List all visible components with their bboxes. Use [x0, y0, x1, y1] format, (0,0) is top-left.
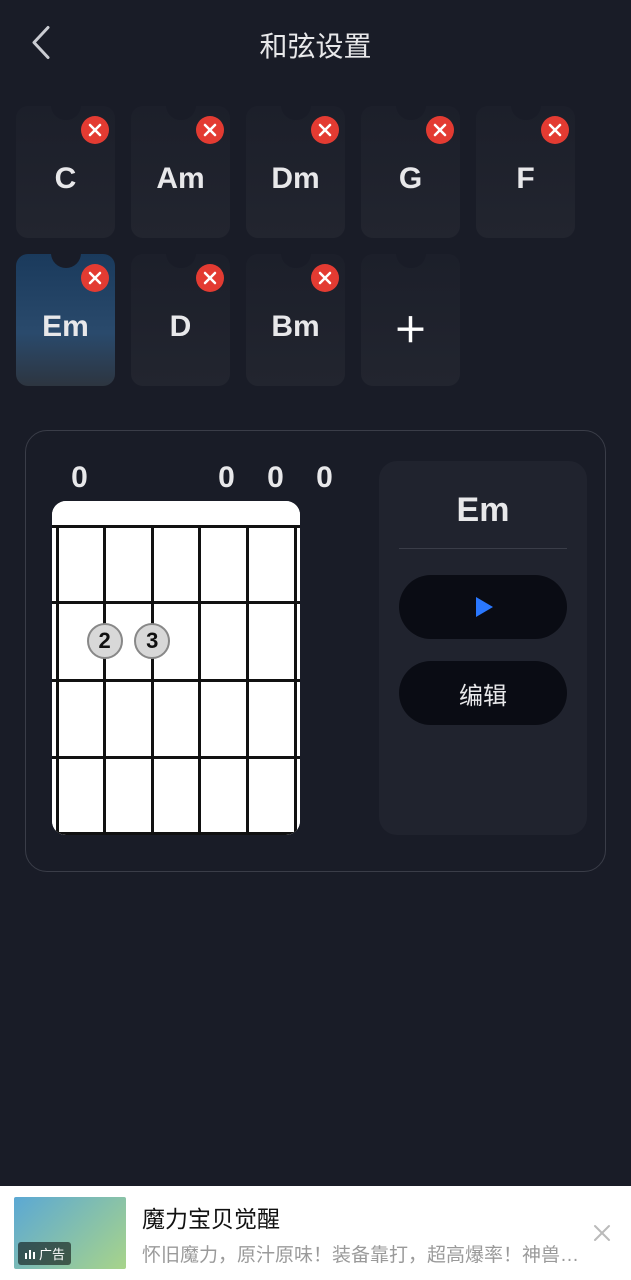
chord-label: G [399, 162, 422, 196]
finger-dot: 2 [87, 623, 123, 659]
fretboard-wrap: 0000 23 [52, 461, 349, 835]
chord-tile-em[interactable]: Em [16, 254, 115, 386]
chord-tile-g[interactable]: G [361, 106, 460, 238]
chord-label: Em [42, 310, 89, 344]
ad-close-button[interactable] [587, 1218, 617, 1248]
chord-grid: C Am Dm G F Em D Bm ＋ [0, 90, 631, 402]
edit-button-label: 编辑 [459, 676, 507, 711]
open-string-marker [104, 461, 153, 495]
fret-line [52, 679, 300, 682]
fret-line [52, 525, 300, 528]
tile-notch [51, 253, 81, 268]
delete-chord-button[interactable] [311, 116, 339, 144]
chord-tile-dm[interactable]: Dm [246, 106, 345, 238]
back-button[interactable] [28, 24, 52, 67]
chord-label: F [516, 162, 534, 196]
fret-line [52, 832, 300, 835]
ad-text: 魔力宝贝觉醒 怀旧魔力，原汁原味！装备靠打，超高爆率！神兽… [142, 1200, 587, 1267]
fret-line [52, 601, 300, 604]
ad-banner[interactable]: 广告 魔力宝贝觉醒 怀旧魔力，原汁原味！装备靠打，超高爆率！神兽… [0, 1186, 631, 1280]
finger-dot: 3 [134, 623, 170, 659]
delete-chord-button[interactable] [196, 116, 224, 144]
open-string-row: 0000 [52, 461, 349, 495]
nut [52, 501, 300, 525]
tile-notch [511, 105, 541, 120]
header: 和弦设置 [0, 0, 631, 90]
chord-tile-am[interactable]: Am [131, 106, 230, 238]
edit-button[interactable]: 编辑 [399, 661, 567, 725]
delete-chord-button[interactable] [196, 264, 224, 292]
chord-tile-bm[interactable]: Bm [246, 254, 345, 386]
delete-chord-button[interactable] [426, 116, 454, 144]
tile-notch [281, 105, 311, 120]
chord-label: Am [156, 162, 204, 196]
tile-notch [51, 105, 81, 120]
plus-icon: ＋ [394, 303, 428, 352]
chord-tile-c[interactable]: C [16, 106, 115, 238]
page-title: 和弦设置 [259, 25, 371, 65]
ad-title: 魔力宝贝觉醒 [142, 1200, 587, 1234]
open-string-marker [153, 461, 202, 495]
open-string-marker: 0 [202, 461, 251, 495]
open-string-marker: 0 [55, 461, 104, 495]
fretboard: 23 [52, 501, 300, 835]
play-button[interactable] [399, 575, 567, 639]
tile-notch [166, 105, 196, 120]
ad-description: 怀旧魔力，原汁原味！装备靠打，超高爆率！神兽… [142, 1240, 587, 1267]
chord-tile-d[interactable]: D [131, 254, 230, 386]
chord-label: D [170, 310, 192, 344]
chord-detail-panel: 0000 23 Em 编辑 [25, 430, 606, 872]
tile-notch [166, 253, 196, 268]
delete-chord-button[interactable] [81, 116, 109, 144]
tile-notch [281, 253, 311, 268]
chord-side-panel: Em 编辑 [379, 461, 587, 835]
frets-area: 23 [52, 525, 300, 835]
delete-chord-button[interactable] [311, 264, 339, 292]
ad-thumbnail: 广告 [14, 1197, 126, 1269]
chord-label: Dm [271, 162, 319, 196]
chord-tile-f[interactable]: F [476, 106, 575, 238]
delete-chord-button[interactable] [541, 116, 569, 144]
tile-notch [396, 253, 426, 268]
chord-label: C [55, 162, 77, 196]
fret-line [52, 756, 300, 759]
open-string-marker: 0 [300, 461, 349, 495]
ad-tag: 广告 [18, 1242, 71, 1265]
selected-chord-name: Em [399, 491, 567, 549]
tile-notch [396, 105, 426, 120]
chord-label: Bm [271, 310, 319, 344]
add-chord-button[interactable]: ＋ [361, 254, 460, 386]
open-string-marker: 0 [251, 461, 300, 495]
delete-chord-button[interactable] [81, 264, 109, 292]
